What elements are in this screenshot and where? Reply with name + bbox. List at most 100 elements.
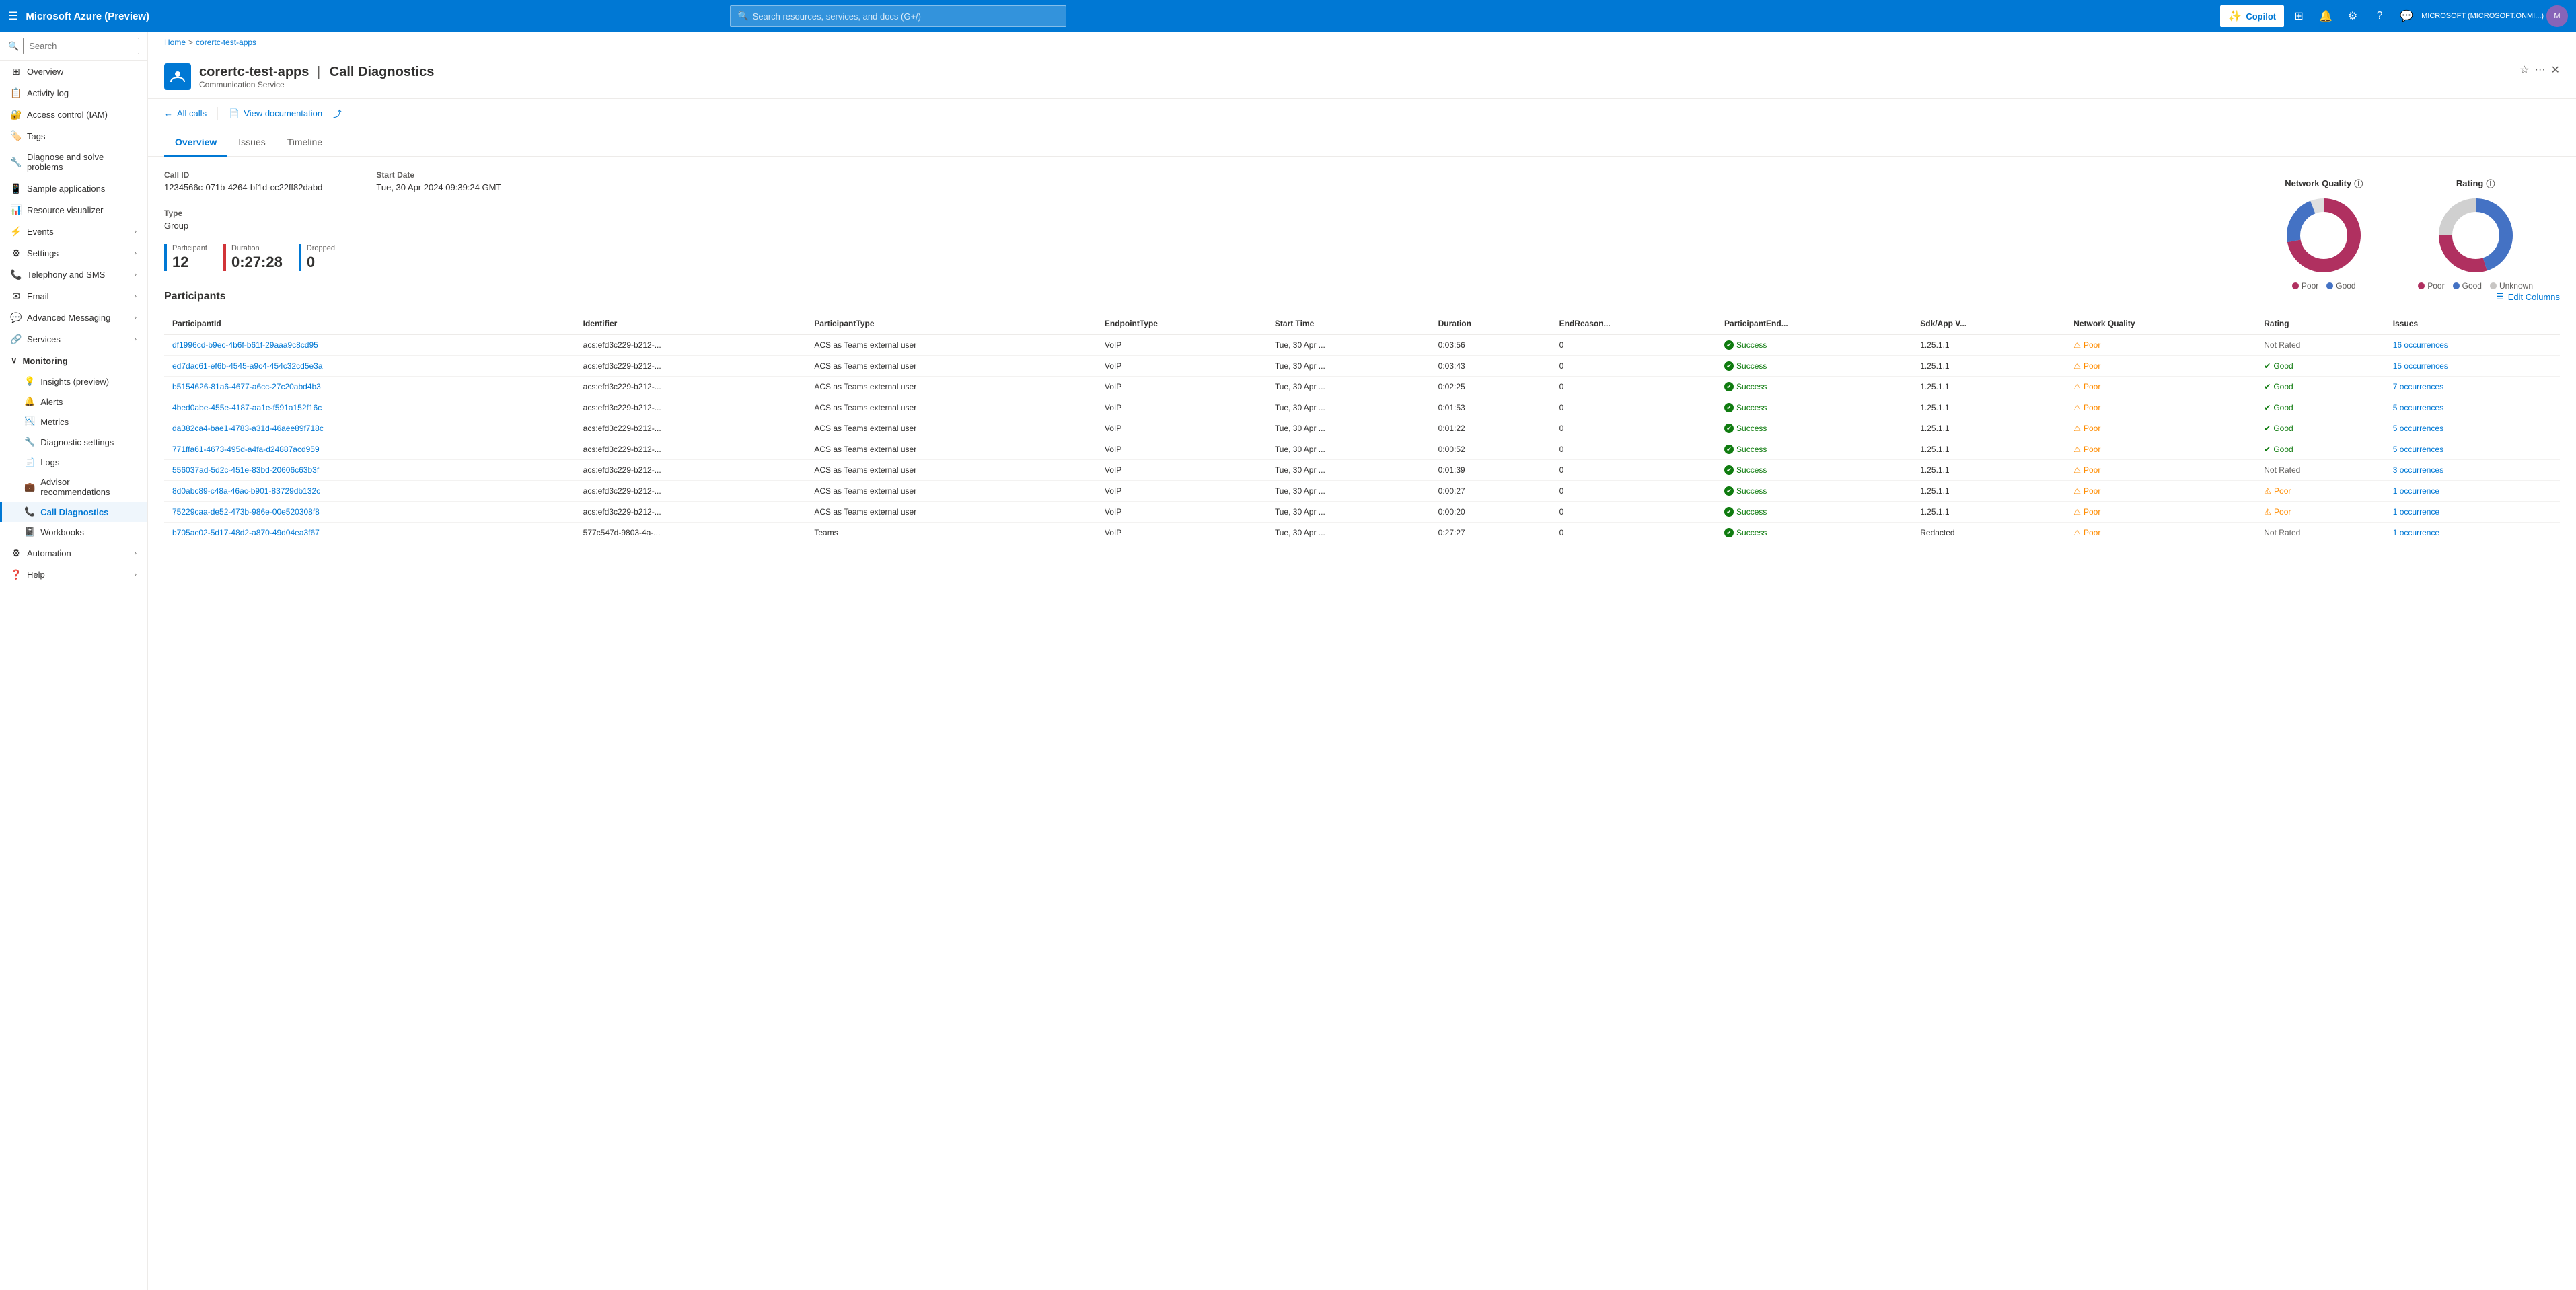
participant-id-link[interactable]: 556037ad-5d2c-451e-83bd-20606c63b3f	[172, 465, 319, 475]
tab-overview[interactable]: Overview	[164, 128, 227, 157]
issues-link[interactable]: 16 occurrences	[2393, 340, 2448, 350]
rating-cell: ✔ Good	[2256, 356, 2384, 377]
notifications-icon[interactable]: 🔔	[2314, 4, 2338, 28]
sidebar-item-email[interactable]: ✉ Email ›	[0, 285, 147, 307]
email-icon: ✉	[11, 291, 22, 301]
sidebar-item-automation[interactable]: ⚙ Automation ›	[0, 542, 147, 564]
rating-info-icon[interactable]: ⓘ	[2486, 177, 2495, 190]
main-content: Home > corertc-test-apps corertc-test-ap…	[148, 32, 2576, 1290]
sidebar-item-advanced-messaging[interactable]: 💬 Advanced Messaging ›	[0, 307, 147, 328]
success-check-icon: ✔	[1724, 486, 1734, 496]
end-reason-cell: 0	[1551, 377, 1716, 397]
sidebar-search-input[interactable]	[23, 38, 139, 54]
sidebar-item-diagnostic-settings[interactable]: 🔧 Diagnostic settings	[0, 432, 147, 452]
sidebar-item-tags[interactable]: 🏷️ Tags	[0, 125, 147, 147]
participant-type-cell: ACS as Teams external user	[806, 356, 1097, 377]
sidebar-label: Logs	[40, 457, 59, 467]
sidebar-item-metrics[interactable]: 📉 Metrics	[0, 412, 147, 432]
edit-columns-button[interactable]: ☰ Edit Columns	[2496, 291, 2560, 302]
participant-id-link[interactable]: 771ffa61-4673-495d-a4fa-d24887acd959	[172, 445, 320, 454]
participant-id-link[interactable]: da382ca4-bae1-4783-a31d-46aee89f718c	[172, 424, 324, 433]
messaging-icon: 💬	[11, 312, 22, 323]
sidebar-item-events[interactable]: ⚡ Events ›	[0, 221, 147, 242]
sidebar-item-alerts[interactable]: 🔔 Alerts	[0, 391, 147, 412]
issues-link[interactable]: 7 occurrences	[2393, 382, 2443, 391]
success-check-icon: ✔	[1724, 528, 1734, 537]
participant-id-link[interactable]: 4bed0abe-455e-4187-aa1e-f591a152f16c	[172, 403, 322, 412]
iam-icon: 🔐	[11, 109, 22, 120]
sidebar-item-iam[interactable]: 🔐 Access control (IAM)	[0, 104, 147, 125]
issues-link[interactable]: 1 occurrence	[2393, 507, 2439, 517]
help-icon[interactable]: ?	[2367, 4, 2392, 28]
sidebar-item-insights[interactable]: 💡 Insights (preview)	[0, 371, 147, 391]
participant-id-link[interactable]: 8d0abc89-c48a-46ac-b901-83729db132c	[172, 486, 320, 496]
sdk-app-cell: 1.25.1.1	[1912, 397, 2065, 418]
help-nav-icon: ❓	[11, 569, 22, 580]
issues-cell[interactable]: 5 occurrences	[2385, 439, 2560, 460]
sidebar-item-activity-log[interactable]: 📋 Activity log	[0, 82, 147, 104]
issues-link[interactable]: 3 occurrences	[2393, 465, 2443, 475]
sidebar-item-sample-apps[interactable]: 📱 Sample applications	[0, 178, 147, 199]
chevron-right-icon: ›	[135, 293, 137, 300]
issues-cell[interactable]: 1 occurrence	[2385, 523, 2560, 543]
info-icon[interactable]: ⓘ	[2354, 177, 2363, 190]
user-avatar[interactable]: M	[2546, 5, 2568, 27]
sidebar-item-diagnose[interactable]: 🔧 Diagnose and solve problems	[0, 147, 147, 178]
copilot-button[interactable]: ✨ Copilot	[2220, 5, 2284, 27]
issues-link[interactable]: 1 occurrence	[2393, 528, 2439, 537]
issues-cell[interactable]: 15 occurrences	[2385, 356, 2560, 377]
issues-cell[interactable]: 5 occurrences	[2385, 397, 2560, 418]
breadcrumb-home[interactable]: Home	[164, 38, 186, 47]
issues-cell[interactable]: 3 occurrences	[2385, 460, 2560, 481]
metrics-icon: 📉	[24, 416, 35, 427]
participant-id-link[interactable]: df1996cd-b9ec-4b6f-b61f-29aaa9c8cd95	[172, 340, 318, 350]
sidebar-item-logs[interactable]: 📄 Logs	[0, 452, 147, 472]
star-button[interactable]: ☆	[2519, 63, 2529, 77]
issues-link[interactable]: 1 occurrence	[2393, 486, 2439, 496]
global-search-input[interactable]	[753, 11, 1060, 22]
issues-link[interactable]: 5 occurrences	[2393, 424, 2443, 433]
global-search[interactable]: 🔍	[730, 5, 1066, 27]
account-name[interactable]: MICROSOFT (MICROSOFT.ONMI...)	[2421, 12, 2544, 20]
dropped-stat: Dropped 0	[299, 244, 335, 271]
issues-cell[interactable]: 5 occurrences	[2385, 418, 2560, 439]
overview-icon: ⊞	[11, 66, 22, 77]
sidebar-item-settings[interactable]: ⚙ Settings ›	[0, 242, 147, 264]
sidebar-item-advisor[interactable]: 💼 Advisor recommendations	[0, 472, 147, 502]
all-calls-button[interactable]: ← All calls	[164, 106, 207, 121]
issues-link[interactable]: 5 occurrences	[2393, 403, 2443, 412]
portal-menu-icon[interactable]: ⊞	[2287, 4, 2311, 28]
sdk-app-cell: 1.25.1.1	[1912, 418, 2065, 439]
participant-id-link[interactable]: b705ac02-5d17-48d2-a870-49d04ea3f67	[172, 528, 320, 537]
breadcrumb-resource[interactable]: corertc-test-apps	[196, 38, 256, 47]
more-button[interactable]: ···	[2535, 64, 2546, 76]
sidebar-item-resource-visualizer[interactable]: 📊 Resource visualizer	[0, 199, 147, 221]
sidebar-item-overview[interactable]: ⊞ Overview	[0, 61, 147, 82]
sidebar-item-services[interactable]: 🔗 Services ›	[0, 328, 147, 350]
issues-cell[interactable]: 16 occurrences	[2385, 334, 2560, 356]
participant-id-link[interactable]: ed7dac61-ef6b-4545-a9c4-454c32cd5e3a	[172, 361, 323, 371]
sidebar-item-help[interactable]: ❓ Help ›	[0, 564, 147, 585]
sidebar-item-telephony[interactable]: 📞 Telephony and SMS ›	[0, 264, 147, 285]
sidebar-item-call-diagnostics[interactable]: 📞 Call Diagnostics	[0, 502, 147, 522]
issues-cell[interactable]: 7 occurrences	[2385, 377, 2560, 397]
tab-timeline[interactable]: Timeline	[277, 128, 333, 157]
issues-link[interactable]: 15 occurrences	[2393, 361, 2448, 371]
tab-issues[interactable]: Issues	[227, 128, 276, 157]
success-check-icon: ✔	[1724, 465, 1734, 475]
sidebar-item-workbooks[interactable]: 📓 Workbooks	[0, 522, 147, 542]
sidebar-section-monitoring[interactable]: ∨ Monitoring	[0, 350, 147, 371]
identifier-cell: 577c547d-9803-4a-...	[575, 523, 807, 543]
view-documentation-button[interactable]: 📄 View documentation	[229, 106, 322, 122]
issues-cell[interactable]: 1 occurrence	[2385, 481, 2560, 502]
issues-link[interactable]: 5 occurrences	[2393, 445, 2443, 454]
rating-icon: ✔	[2264, 403, 2271, 412]
feedback-icon[interactable]: 💬	[2394, 4, 2419, 28]
participant-id-link[interactable]: b5154626-81a6-4677-a6cc-27c20abd4b3	[172, 382, 321, 391]
hamburger-icon[interactable]: ☰	[8, 9, 17, 23]
close-button[interactable]: ✕	[2551, 63, 2560, 77]
settings-icon[interactable]: ⚙	[2341, 4, 2365, 28]
share-button[interactable]: ⤴	[333, 104, 342, 122]
issues-cell[interactable]: 1 occurrence	[2385, 502, 2560, 523]
participant-id-link[interactable]: 75229caa-de52-473b-986e-00e520308f8	[172, 507, 320, 517]
